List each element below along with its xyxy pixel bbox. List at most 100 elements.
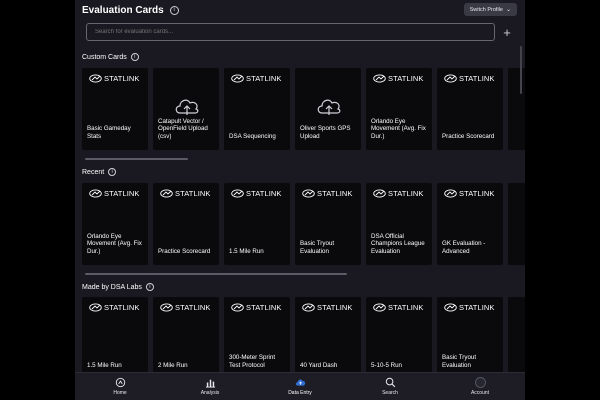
statlink-logo-icon <box>231 303 244 312</box>
statlink-logo-icon <box>160 303 173 312</box>
nav-label: Account <box>470 390 490 396</box>
card-label: 1.5 Mile Run <box>87 361 122 369</box>
chevron-down-icon: ⌄ <box>505 7 511 13</box>
cloud-upload-icon <box>317 99 341 115</box>
statlink-logo: STATLINK <box>231 74 282 83</box>
section-title-text: Recent <box>82 168 105 176</box>
card-row-dsa: STATLINK 1.5 Mile Run STATLINK 2 Mile Ru… <box>82 297 525 379</box>
info-icon[interactable]: i <box>145 283 154 291</box>
evaluation-card[interactable]: STATLINK DSA Official Champions League E… <box>366 183 432 265</box>
statlink-logo: STATLINK <box>89 74 140 83</box>
add-icon[interactable]: + <box>500 23 514 41</box>
nav-item-account[interactable]: Account <box>435 373 525 400</box>
statlink-logo-icon <box>373 303 386 312</box>
nav-label: Analysis <box>200 390 220 396</box>
section-title-custom: Custom Cards i <box>82 53 139 61</box>
statlink-logo: STATLINK <box>444 303 495 312</box>
statlink-logo: STATLINK <box>89 189 140 198</box>
card-label: 40 Yard Dash <box>300 361 338 369</box>
nav-item-analysis[interactable]: Analysis <box>165 373 255 400</box>
nav-label: Home <box>113 390 127 396</box>
statlink-logo-icon <box>231 74 244 83</box>
search-row: + <box>86 23 514 41</box>
cloud-upload-icon <box>295 379 305 386</box>
statlink-logo-icon <box>444 74 457 83</box>
bar-chart-icon <box>205 379 215 388</box>
statlink-logo: STATLINK <box>444 189 495 198</box>
page-title: Evaluation Cards <box>82 4 164 16</box>
statlink-logo-icon <box>444 189 457 198</box>
search-input[interactable] <box>86 23 495 41</box>
statlink-logo-icon <box>373 189 386 198</box>
horizontal-scrollbar[interactable] <box>85 273 347 275</box>
statlink-logo-icon <box>444 303 457 312</box>
evaluation-card[interactable]: STATLINK 2 Mile Run <box>153 297 219 379</box>
nav-item-data-entry[interactable]: Data Entry <box>255 373 345 400</box>
section-title-recent: Recent i <box>82 168 117 176</box>
nav-label: Search <box>382 390 398 396</box>
card-label: Practice Scorecard <box>442 132 495 140</box>
card-row-custom: STATLINK Basic Gameday Stats Catapult Ve… <box>82 68 525 150</box>
horizontal-scrollbar[interactable] <box>85 158 188 160</box>
switch-profile-button[interactable]: Switch Profile ⌄ <box>463 3 517 16</box>
card-label: 300-Meter Sprint Test Protocol <box>229 354 276 369</box>
card-row-recent: STATLINK Orlando Eye Movement (Avg. Fix … <box>82 183 525 265</box>
evaluation-card[interactable]: STATLINK Basic Gameday Stats <box>82 68 148 150</box>
evaluation-card[interactable]: STATLINK Orlando Eye Movement (Avg. Fix … <box>366 68 432 150</box>
info-icon[interactable]: i <box>169 5 179 15</box>
statlink-logo: STATLINK <box>444 74 495 83</box>
evaluation-card[interactable]: STATLINK Basic Tryout Evaluation <box>295 183 361 265</box>
evaluation-card[interactable]: STATLINK 300-Meter Sprint Test Protocol <box>224 297 290 379</box>
card-label: Orlando Eye Movement (Avg. Fix Dur.) <box>87 232 142 255</box>
statlink-logo: STATLINK <box>373 303 424 312</box>
section-title-text: Custom Cards <box>82 53 127 61</box>
card-label: Basic Tryout Evaluation <box>442 354 477 369</box>
card-label: 1.5 Mile Run <box>229 247 264 255</box>
card-label: Basic Gameday Stats <box>87 125 131 140</box>
statlink-logo-icon <box>373 74 386 83</box>
cloud-upload-icon <box>175 99 199 115</box>
statlink-logo-icon <box>89 74 102 83</box>
evaluation-card[interactable]: STATLINK GK Evaluation - Advanced <box>437 183 503 265</box>
statlink-logo: STATLINK <box>231 303 282 312</box>
evaluation-card[interactable]: STATLINK 1.5 Mile Run <box>82 297 148 379</box>
evaluation-card[interactable]: STATLINK 40 Yard Dash <box>295 297 361 379</box>
statlink-logo: STATLINK <box>89 303 140 312</box>
card-label: DSA Sequencing <box>229 132 276 140</box>
card-label: Orlando Eye Movement (Avg. Fix Dur.) <box>371 117 426 140</box>
info-icon[interactable]: i <box>130 53 139 61</box>
evaluation-card[interactable]: STATLINK Basic Tryout Evaluation <box>437 297 503 379</box>
card-label: Practice Scorecard <box>158 247 211 255</box>
statlink-logo-icon <box>302 303 315 312</box>
card-label: 2 Mile Run <box>158 361 188 369</box>
statlink-logo: STATLINK <box>302 303 353 312</box>
evaluation-card[interactable]: STATLINK 5-10-5 Run <box>366 297 432 379</box>
section-title-text: Made by DSA Labs <box>82 283 142 291</box>
evaluation-card[interactable]: STATLINK Practice Scorecard <box>153 183 219 265</box>
search-icon <box>385 377 395 388</box>
vertical-scrollbar[interactable] <box>520 46 522 94</box>
card-label: Oliver Sports GPS Upload <box>300 125 351 140</box>
evaluation-card[interactable]: STATLINK Practice Scorecard <box>437 68 503 150</box>
statlink-logo: STATLINK <box>160 303 211 312</box>
evaluation-card-partial[interactable] <box>508 183 525 265</box>
card-label: 5-10-5 Run <box>371 361 402 369</box>
nav-item-search[interactable]: Search <box>345 373 435 400</box>
evaluation-card[interactable]: STATLINK Orlando Eye Movement (Avg. Fix … <box>82 183 148 265</box>
evaluation-card[interactable]: Oliver Sports GPS Upload <box>295 68 361 150</box>
evaluation-card[interactable]: STATLINK DSA Sequencing <box>224 68 290 150</box>
info-icon[interactable]: i <box>108 168 117 176</box>
statlink-logo-icon <box>302 189 315 198</box>
statlink-logo-icon <box>89 303 102 312</box>
nav-item-home[interactable]: Home <box>75 373 165 400</box>
card-label: Basic Tryout Evaluation <box>300 240 335 255</box>
section-title-dsa: Made by DSA Labs i <box>82 283 154 291</box>
statlink-logo: STATLINK <box>373 189 424 198</box>
evaluation-card[interactable]: Catapult Vector / OpenField Upload (csv) <box>153 68 219 150</box>
statlink-logo-icon <box>231 189 244 198</box>
evaluation-card-partial[interactable] <box>508 68 525 150</box>
statlink-logo-icon <box>160 189 173 198</box>
evaluation-card-partial[interactable] <box>508 297 525 379</box>
statlink-logo: STATLINK <box>231 189 282 198</box>
evaluation-card[interactable]: STATLINK 1.5 Mile Run <box>224 183 290 265</box>
